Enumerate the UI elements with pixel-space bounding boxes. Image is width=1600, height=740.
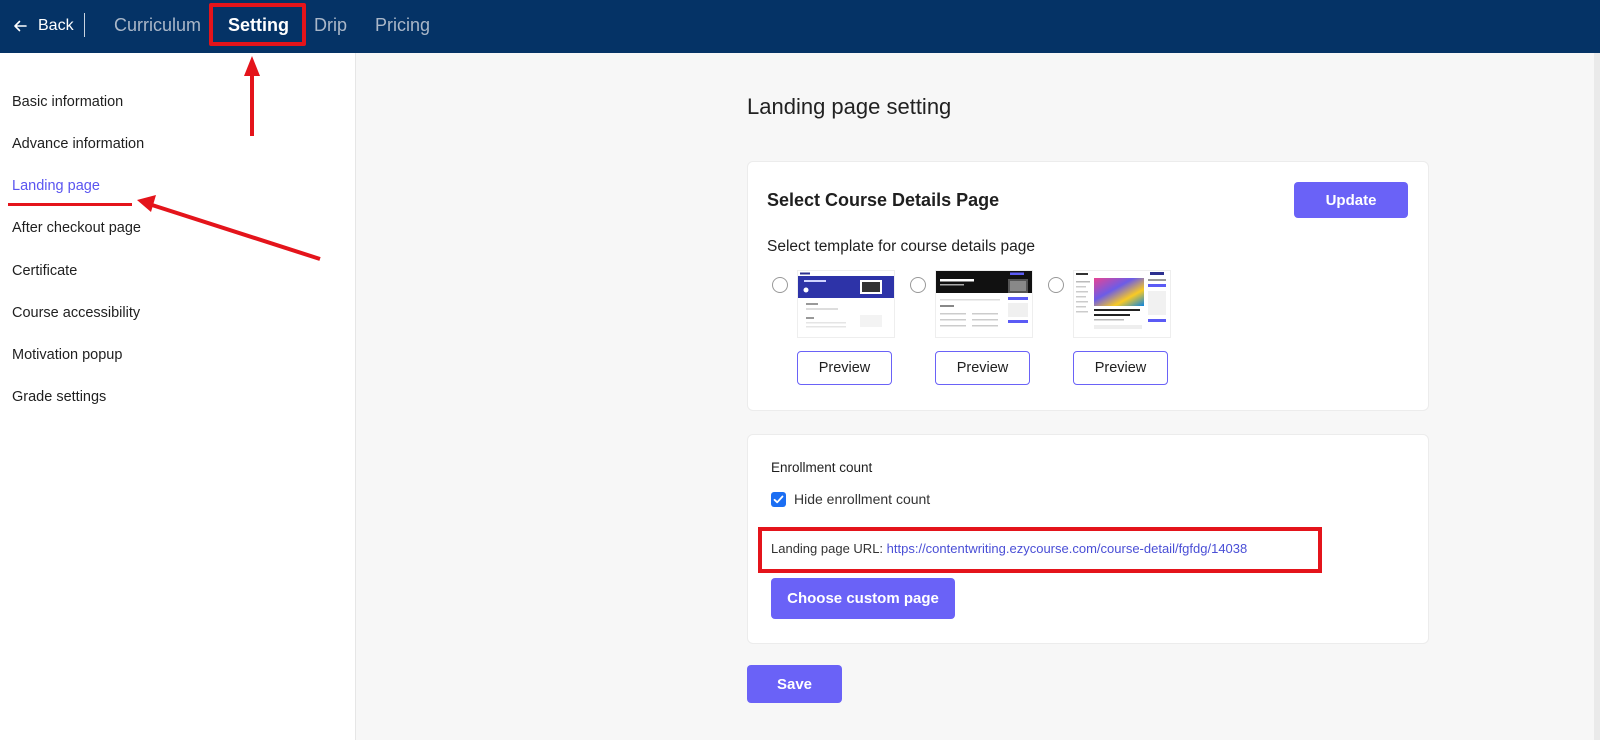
- sidebar-item-landing-page[interactable]: Landing page: [12, 178, 100, 194]
- preview-button-3[interactable]: Preview: [1073, 351, 1168, 385]
- hide-enrollment-label: Hide enrollment count: [794, 491, 931, 507]
- template-thumbnail-1: [797, 270, 895, 338]
- preview-button-1[interactable]: Preview: [797, 351, 892, 385]
- sidebar-item-course-accessibility[interactable]: Course accessibility: [12, 305, 140, 321]
- template-option-3: Preview: [1048, 270, 1188, 390]
- scrollbar[interactable]: [1594, 53, 1600, 740]
- template-option-1: Preview: [772, 270, 912, 390]
- preview-button-2[interactable]: Preview: [935, 351, 1030, 385]
- sidebar-item-after-checkout-page[interactable]: After checkout page: [12, 220, 141, 236]
- template-radio-3[interactable]: [1048, 277, 1064, 293]
- annotation-highlight-box: [758, 527, 1322, 573]
- template-radio-1[interactable]: [772, 277, 788, 293]
- settings-sidebar: Basic information Advance information La…: [0, 53, 356, 740]
- enrollment-count-heading: Enrollment count: [771, 460, 873, 475]
- template-option-2: Preview: [910, 270, 1050, 390]
- back-label: Back: [38, 17, 74, 34]
- save-button[interactable]: Save: [747, 665, 842, 703]
- hide-enrollment-checkbox[interactable]: [771, 492, 786, 507]
- tab-drip[interactable]: Drip: [314, 15, 347, 36]
- choose-custom-page-button[interactable]: Choose custom page: [771, 578, 955, 619]
- template-radio-2[interactable]: [910, 277, 926, 293]
- sidebar-item-basic-information[interactable]: Basic information: [12, 94, 123, 110]
- tab-pricing[interactable]: Pricing: [375, 15, 430, 36]
- template-thumbnail-2: [935, 270, 1033, 338]
- arrow-left-icon: [14, 20, 27, 32]
- page-title: Landing page setting: [747, 94, 952, 119]
- course-details-card: Select Course Details Page Update Select…: [747, 161, 1429, 411]
- tab-curriculum[interactable]: Curriculum: [114, 15, 201, 36]
- back-button[interactable]: Back: [12, 13, 74, 39]
- sidebar-item-grade-settings[interactable]: Grade settings: [12, 389, 106, 405]
- sidebar-item-certificate[interactable]: Certificate: [12, 263, 77, 279]
- divider: [84, 13, 85, 37]
- annotation-highlight-box: [209, 3, 306, 46]
- update-button[interactable]: Update: [1294, 182, 1408, 218]
- template-thumbnail-3: [1073, 270, 1171, 338]
- check-icon: [773, 495, 784, 504]
- top-navigation-bar: Back Curriculum Setting Drip Pricing: [0, 0, 1600, 53]
- sidebar-item-advance-information[interactable]: Advance information: [12, 136, 144, 152]
- card-title: Select Course Details Page: [767, 190, 1000, 210]
- annotation-underline: [8, 203, 132, 206]
- sidebar-item-motivation-popup[interactable]: Motivation popup: [12, 347, 122, 363]
- template-subtitle: Select template for course details page: [767, 238, 1035, 255]
